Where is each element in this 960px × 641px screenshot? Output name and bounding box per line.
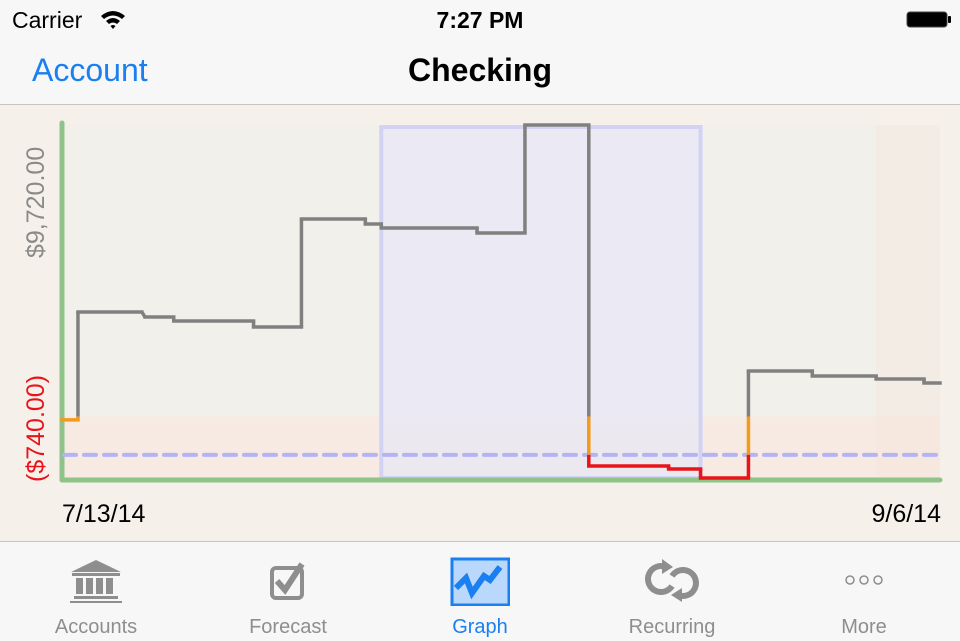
graph-icon — [450, 556, 511, 607]
selected-range — [379, 125, 703, 480]
battery-full-icon — [906, 11, 951, 28]
recurring-icon — [642, 556, 702, 606]
tab-label: Accounts — [54, 616, 138, 638]
tab-label: Graph — [452, 616, 508, 638]
x-end-label: 9/6/14 — [871, 500, 941, 528]
bank-icon — [66, 556, 126, 606]
status-bar: Carrier 7:27 PM — [0, 0, 960, 40]
tab-accounts[interactable]: Accounts — [0, 542, 192, 641]
x-start-label: 7/13/14 — [62, 500, 146, 528]
more-icon — [834, 556, 894, 606]
tab-label: Recurring — [628, 616, 716, 638]
y-min-label: ($740.00) — [22, 375, 50, 482]
tab-more[interactable]: More — [768, 542, 960, 641]
balance-chart[interactable]: $9,720.00 ($740.00) 7/13/14 9/6/14 — [0, 105, 960, 541]
navigation-bar: Account Checking — [0, 40, 960, 105]
tab-label: Forecast — [249, 616, 327, 638]
tab-graph[interactable]: Graph — [384, 542, 576, 641]
page-title: Checking — [407, 52, 553, 88]
y-max-label: $9,720.00 — [22, 147, 50, 258]
checkbox-icon — [258, 556, 318, 606]
tab-forecast[interactable]: Forecast — [192, 542, 384, 641]
tab-bar: Accounts Forecast Graph Recurring More — [0, 541, 960, 641]
future-shade — [876, 125, 940, 480]
tab-recurring[interactable]: Recurring — [576, 542, 768, 641]
status-time: 7:27 PM — [436, 7, 524, 33]
tab-label: More — [841, 616, 887, 638]
chart-area[interactable]: $9,720.00 ($740.00) 7/13/14 9/6/14 — [0, 105, 960, 541]
